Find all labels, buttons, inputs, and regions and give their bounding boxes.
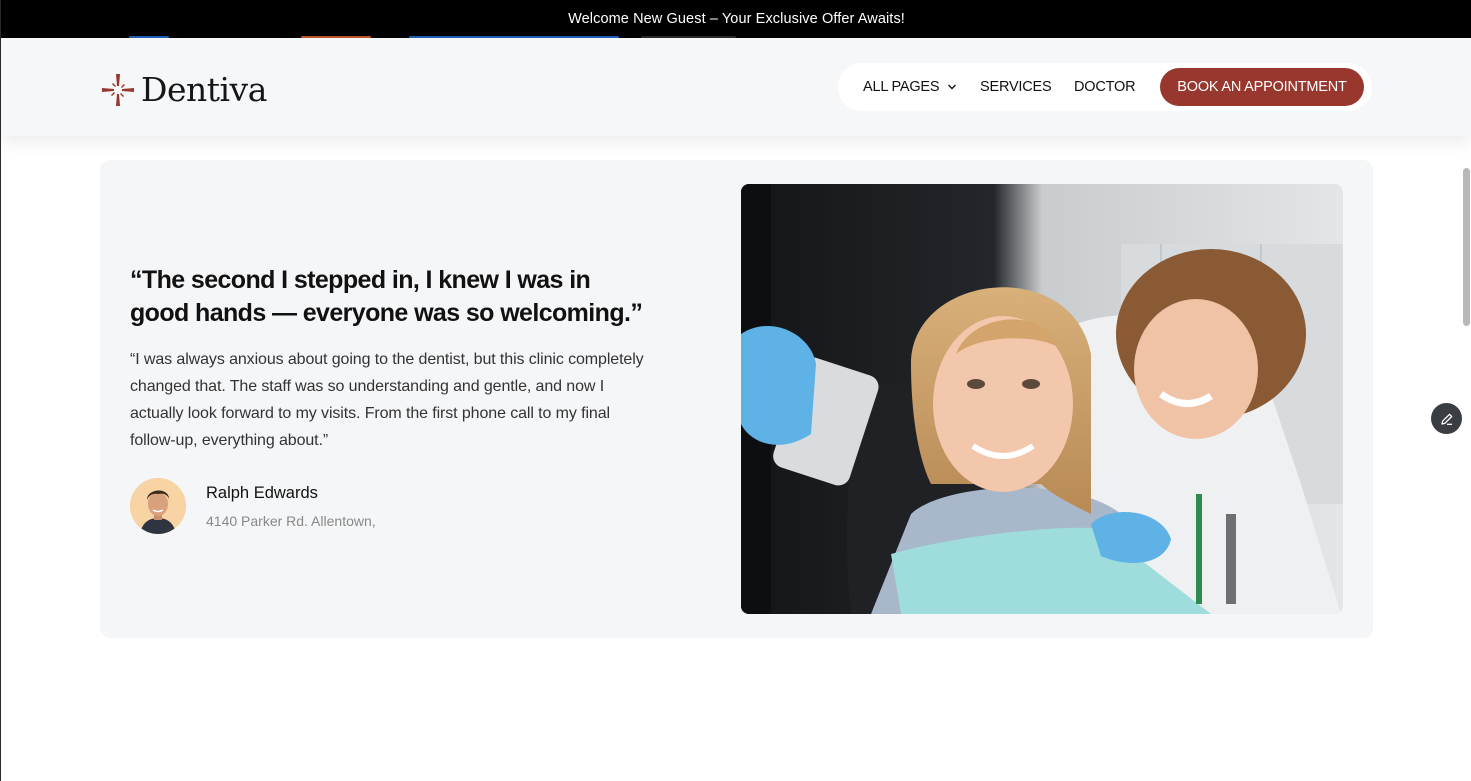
nav-services[interactable]: SERVICES [980,63,1052,111]
testimonial-card: “The second I stepped in, I knew I was i… [100,160,1373,638]
book-appointment-button[interactable]: BOOK AN APPOINTMENT [1160,68,1364,106]
site-header: Dentiva ALL PAGES SERVICES DOCTOR BOOK A… [1,38,1471,136]
nav-all-pages-label: ALL PAGES [863,79,940,95]
dental-patient-image [741,184,1343,614]
nav-doctor-label: DOCTOR [1074,79,1136,95]
testimonial-headline: “The second I stepped in, I knew I was i… [130,266,643,327]
cross-logo-icon [102,73,134,106]
chevron-down-icon [948,84,957,90]
author-details: Ralph Edwards 4140 Parker Rd. Allentown, [206,484,376,529]
testimonial-photo [741,184,1343,614]
nav-services-label: SERVICES [980,79,1052,95]
site-logo[interactable]: Dentiva [101,70,267,109]
testimonial-author: Ralph Edwards 4140 Parker Rd. Allentown, [130,478,376,534]
announcement-bar: Welcome New Guest – Your Exclusive Offer… [1,0,1471,38]
logo-text: Dentiva [141,70,267,109]
nav-all-pages[interactable]: ALL PAGES [863,63,957,111]
edit-button[interactable] [1431,403,1462,434]
testimonial-body: “I was always anxious about going to the… [130,351,644,449]
announcement-text: Welcome New Guest – Your Exclusive Offer… [568,11,905,27]
book-appointment-label: BOOK AN APPOINTMENT [1177,79,1347,95]
main-nav: ALL PAGES SERVICES DOCTOR BOOK AN APPOIN… [838,63,1372,111]
page-scrollbar-thumb[interactable] [1463,168,1470,326]
pencil-icon [1440,413,1452,425]
author-name: Ralph Edwards [206,483,318,502]
author-address: 4140 Parker Rd. Allentown, [206,512,376,529]
nav-doctor[interactable]: DOCTOR [1074,63,1136,111]
avatar [130,478,186,534]
avatar-portrait [130,478,186,534]
